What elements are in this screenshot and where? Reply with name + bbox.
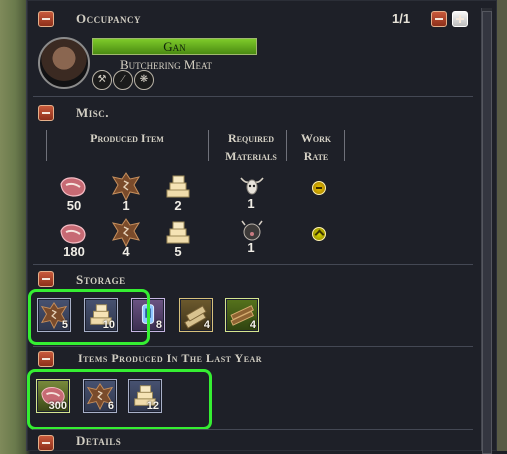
recipe-2-work-rate-increase[interactable] [312,227,326,241]
storage-slot-hide[interactable]: 5 [37,298,71,332]
column-divider [208,130,209,161]
scrollbar-track[interactable] [481,8,492,454]
occupancy-title: Occupancy [76,11,141,26]
misc-title: Misc. [76,105,110,120]
knife-tool-icon: ⁄ [113,70,133,90]
paw-tool-icon: ❋ [134,70,154,90]
produced-slot-hide[interactable]: 6 [83,379,117,413]
recipe-1-hide-qty: 1 [122,198,130,213]
recipe-2-material-qty: 1 [247,240,255,255]
divider [33,429,473,430]
storage-slot-tool[interactable]: 8 [131,298,165,332]
column-work-rate: Work Rate [300,131,332,163]
recipe-2-meat-qty: 180 [63,244,85,259]
scrollbar-thumb[interactable] [482,11,492,454]
produced-slot-bones[interactable]: 12 [128,379,162,413]
produced-count: 12 [146,400,159,412]
produced-collapse-button[interactable] [38,351,54,367]
recipe-1-material-qty: 1 [247,196,255,211]
column-required-materials: Required Materials [225,131,277,163]
background-ground [497,0,507,451]
recipe-1-bone-qty: 2 [174,198,182,213]
storage-collapse-button[interactable] [38,271,54,287]
divider [33,346,473,347]
storage-count: 4 [249,319,256,331]
produced-count: 6 [107,400,114,412]
details-collapse-button[interactable] [38,435,54,451]
divider [33,264,473,265]
storage-slot-bones[interactable]: 10 [84,298,118,332]
produced-count: 300 [48,400,67,412]
recipe-1-meat-qty: 50 [66,198,82,213]
decrease-worker-button[interactable] [431,11,447,27]
recipe-1-work-rate-decrease[interactable] [312,181,326,195]
column-divider [344,130,345,161]
storage-slot-wood[interactable]: 4 [179,298,213,332]
recipe-2-hide-qty: 4 [122,244,130,259]
occupancy-collapse-button[interactable] [38,11,54,27]
hide-icon [111,172,141,201]
hide-icon [111,218,141,247]
increase-worker-button[interactable] [452,11,468,27]
divider [33,96,473,97]
produced-slot-meat[interactable]: 300 [36,379,70,413]
details-title: Details [76,433,122,448]
column-divider [46,130,47,161]
worker-name[interactable]: Gan [92,38,257,55]
produced-title: Items Produced In The Last Year [78,350,263,365]
worker-activity: Butchering Meat [120,57,212,72]
column-divider [286,130,287,161]
misc-collapse-button[interactable] [38,105,54,121]
storage-count: 8 [155,319,162,331]
recipe-2-bone-qty: 5 [174,244,182,259]
storage-count: 4 [203,319,210,331]
storage-count: 10 [102,319,115,331]
occupancy-counter: 1/1 [392,11,411,26]
axe-tool-icon: ⚒ [92,70,112,90]
storage-slot-firewood[interactable]: 4 [225,298,259,332]
storage-count: 5 [61,319,68,331]
column-produced-item: Produced Item [90,131,164,145]
worker-avatar[interactable] [38,37,90,89]
storage-title: Storage [76,272,126,287]
